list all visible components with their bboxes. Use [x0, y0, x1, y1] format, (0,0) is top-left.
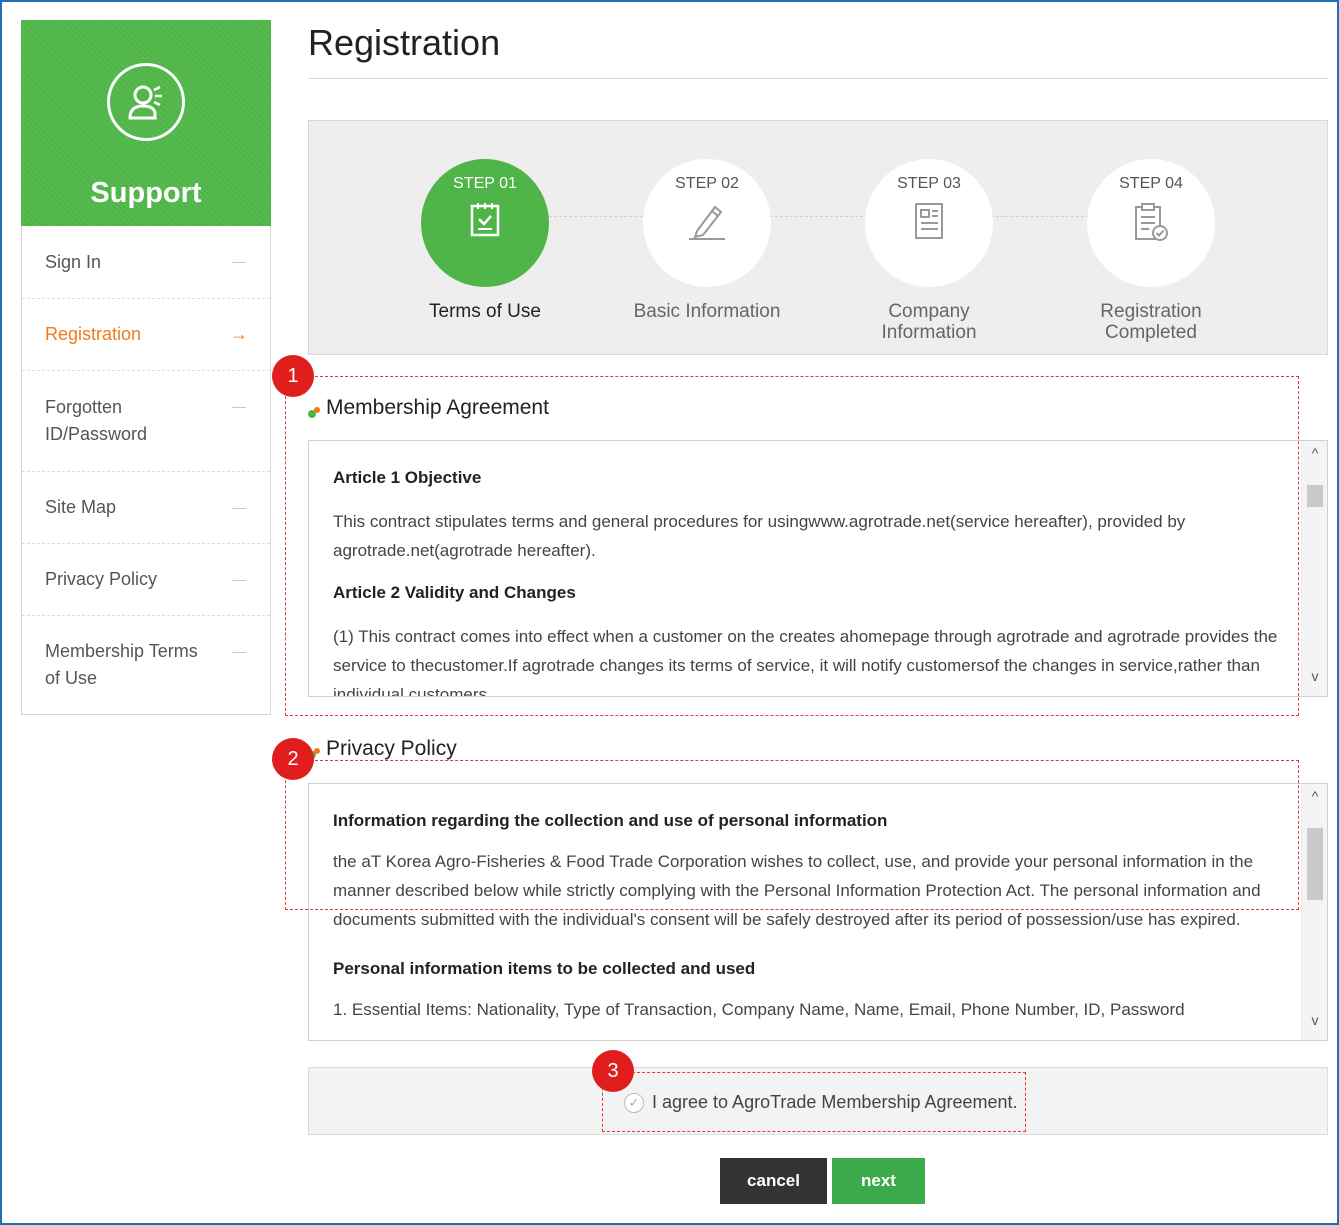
step-label: Company Information — [881, 301, 977, 343]
page-title: Registration — [308, 22, 501, 63]
registration-steps: STEP 01 Terms of Use STEP 02 Basic Infor… — [308, 120, 1328, 355]
step-3: STEP 03 Company Information — [839, 159, 1019, 343]
step-circle: STEP 03 — [865, 159, 993, 287]
dash-icon — [232, 407, 246, 408]
company-document-icon — [911, 201, 947, 246]
step-circle: STEP 02 — [643, 159, 771, 287]
annotation-badge-3: 3 — [592, 1050, 634, 1092]
chevron-up-icon[interactable]: ^ — [1302, 445, 1327, 467]
scroll-thumb[interactable] — [1307, 828, 1323, 900]
cancel-button[interactable]: cancel — [720, 1158, 827, 1204]
annotation-box-1 — [285, 376, 1299, 716]
step-label: Basic Information — [633, 301, 781, 322]
dash-icon — [232, 652, 246, 653]
annotation-badge-2: 2 — [272, 738, 314, 780]
chevron-up-icon[interactable]: ^ — [1302, 788, 1327, 810]
pencil-icon — [685, 201, 729, 246]
sidebar-menu: Sign In Registration → Forgotten ID/Pass… — [21, 226, 271, 715]
scrollbar[interactable]: ^ v — [1301, 441, 1327, 696]
title-divider — [308, 78, 1328, 79]
step-number: STEP 01 — [453, 175, 517, 192]
section-title-text: Privacy Policy — [326, 737, 457, 760]
sidebar: Support Sign In Registration → Forgotten… — [21, 20, 271, 715]
sidebar-item-label: Site Map — [45, 497, 117, 517]
step-number: STEP 03 — [897, 175, 961, 192]
sidebar-item-privacy-policy[interactable]: Privacy Policy — [22, 543, 270, 615]
chevron-down-icon[interactable]: v — [1302, 668, 1327, 690]
dash-icon — [232, 507, 246, 509]
dash-icon — [232, 262, 246, 263]
step-circle: STEP 04 — [1087, 159, 1215, 287]
checklist-icon — [467, 201, 503, 244]
support-title: Support — [90, 177, 202, 209]
step-label: Registration Completed — [1100, 301, 1202, 343]
support-header: Support — [21, 20, 271, 226]
step-number: STEP 04 — [1119, 175, 1183, 192]
next-button[interactable]: next — [832, 1158, 925, 1204]
scrollbar[interactable]: ^ v — [1301, 784, 1327, 1040]
support-person-icon — [107, 63, 185, 141]
arrow-right-icon: → — [230, 323, 248, 344]
sidebar-item-label: Membership Terms of Use — [45, 641, 198, 688]
annotation-box-3 — [602, 1072, 1026, 1132]
sidebar-item-registration[interactable]: Registration → — [22, 298, 270, 370]
annotation-badge-1: 1 — [272, 355, 314, 397]
privacy-subheading: Personal information items to be collect… — [333, 959, 756, 978]
annotation-box-2 — [285, 760, 1299, 910]
sidebar-item-label: Forgotten ID/Password — [45, 397, 148, 444]
dash-icon — [232, 579, 246, 581]
sidebar-item-sign-in[interactable]: Sign In — [22, 226, 270, 298]
step-1: STEP 01 Terms of Use — [395, 159, 575, 322]
sidebar-item-label: Sign In — [45, 251, 102, 272]
privacy-item-1: 1. Essential Items: Nationality, Type of… — [333, 1000, 1185, 1019]
sidebar-item-label: Privacy Policy — [45, 569, 158, 589]
privacy-policy-title: Privacy Policy — [308, 737, 457, 761]
scroll-thumb[interactable] — [1307, 485, 1323, 507]
step-label: Terms of Use — [429, 301, 541, 322]
sidebar-item-forgotten-id[interactable]: Forgotten ID/Password — [22, 370, 270, 471]
step-4: STEP 04 Registration Completed — [1061, 159, 1241, 343]
clipboard-check-icon — [1131, 201, 1171, 248]
sidebar-item-membership-terms[interactable]: Membership Terms of Use — [22, 615, 270, 714]
sidebar-item-site-map[interactable]: Site Map — [22, 471, 270, 543]
step-2: STEP 02 Basic Information — [617, 159, 797, 322]
chevron-down-icon[interactable]: v — [1302, 1012, 1327, 1034]
sidebar-item-label: Registration — [45, 324, 142, 344]
step-circle: STEP 01 — [421, 159, 549, 287]
step-number: STEP 02 — [675, 175, 739, 192]
